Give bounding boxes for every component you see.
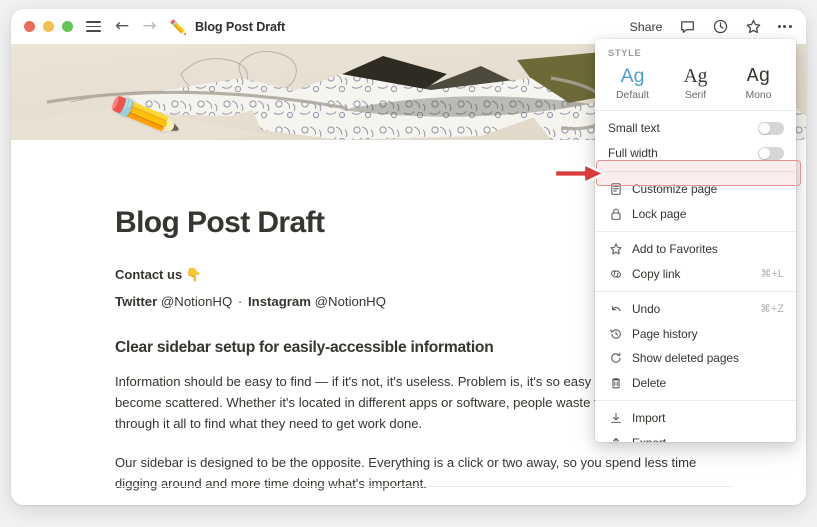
titlebar-actions: Share (629, 18, 792, 35)
menu-item-copy-link[interactable]: Copy link ⌘+L (595, 261, 796, 286)
hamburger-menu-icon[interactable] (86, 21, 101, 32)
menu-group-history: Undo ⌘+Z Page history Show deleted pages… (595, 292, 796, 400)
paragraph-2[interactable]: Our sidebar is designed to be the opposi… (115, 452, 715, 494)
menu-group-io: Import Export (595, 401, 796, 442)
menu-item-lock-page[interactable]: Lock page (595, 201, 796, 226)
menu-item-export[interactable]: Export (595, 430, 796, 442)
customize-page-label: Customize page (632, 182, 718, 197)
star-icon[interactable] (745, 18, 762, 35)
twitter-label: Twitter (115, 294, 158, 309)
menu-item-page-history[interactable]: Page history (595, 321, 796, 346)
menu-item-customize-page[interactable]: Customize page (595, 177, 796, 202)
instagram-label: Instagram (247, 294, 311, 309)
customize-page-icon (608, 182, 623, 197)
close-window-button[interactable] (24, 21, 35, 32)
annotation-arrow-icon (553, 161, 607, 186)
more-options-icon[interactable] (777, 22, 792, 31)
style-label-serif: Serif (684, 89, 707, 101)
minimize-window-button[interactable] (43, 21, 54, 32)
menu-scroll-area: STYLE Ag Default Ag Serif Ag Mono Small … (595, 39, 796, 442)
style-section-label: STYLE (608, 48, 642, 58)
import-icon (608, 411, 623, 426)
twitter-handle[interactable]: @NotionHQ (161, 294, 232, 309)
undo-label: Undo (632, 302, 661, 317)
window-controls (24, 21, 73, 32)
small-text-label: Small text (608, 121, 660, 136)
style-label-default: Default (616, 89, 649, 101)
style-options-row: Ag Default Ag Serif Ag Mono (595, 61, 796, 110)
breadcrumb-document-title[interactable]: Blog Post Draft (195, 20, 285, 34)
instagram-handle[interactable]: @NotionHQ (315, 294, 386, 309)
add-to-favorites-label: Add to Favorites (632, 242, 718, 257)
export-icon (608, 435, 623, 442)
menu-group-toggles: Small text Full width (595, 111, 796, 171)
style-option-serif[interactable]: Ag Serif (664, 63, 727, 101)
comment-icon[interactable] (679, 18, 696, 35)
link-icon (608, 266, 623, 281)
style-label-mono: Mono (745, 89, 772, 101)
delete-label: Delete (632, 375, 667, 390)
copy-link-shortcut: ⌘+L (760, 267, 784, 280)
copy-link-label: Copy link (632, 266, 681, 281)
undo-shortcut: ⌘+Z (760, 303, 784, 316)
menu-group-share: Add to Favorites Copy link ⌘+L (595, 232, 796, 291)
menu-item-add-to-favorites[interactable]: Add to Favorites (595, 237, 796, 262)
page-options-menu: STYLE Ag Default Ag Serif Ag Mono Small … (595, 39, 796, 442)
clock-icon[interactable] (712, 18, 729, 35)
small-text-toggle[interactable] (758, 121, 784, 136)
style-sample-default: Ag (620, 65, 645, 87)
screenshot-root: ← → ✏️ Blog Post Draft Share ✏️ Blog Pos… (0, 0, 817, 527)
menu-item-full-width[interactable]: Full width (595, 141, 796, 166)
page-history-label: Page history (632, 326, 698, 341)
restore-icon (608, 351, 623, 366)
lock-page-label: Lock page (632, 206, 687, 221)
page-history-icon (608, 326, 623, 341)
star-icon (608, 242, 623, 257)
menu-group-page: Customize page Lock page (595, 172, 796, 231)
menu-item-show-deleted-pages[interactable]: Show deleted pages (595, 346, 796, 371)
pencil-icon: ✏️ (169, 18, 187, 35)
pointing-down-icon: 👇 (185, 267, 202, 282)
style-option-mono[interactable]: Ag Mono (727, 63, 790, 101)
contact-us-label: Contact us (115, 267, 183, 282)
undo-icon (608, 302, 623, 317)
forward-arrow-icon[interactable]: → (142, 18, 156, 35)
trash-icon (608, 375, 623, 390)
export-label: Export (632, 436, 784, 442)
style-option-default[interactable]: Ag Default (601, 63, 664, 101)
lock-icon (608, 206, 623, 221)
social-separator: · (237, 294, 243, 309)
menu-item-import[interactable]: Import (595, 406, 796, 431)
full-width-toggle[interactable] (758, 146, 784, 161)
style-sample-serif: Ag (683, 66, 708, 87)
show-deleted-pages-label: Show deleted pages (632, 351, 739, 366)
import-label: Import (632, 411, 666, 426)
maximize-window-button[interactable] (62, 21, 73, 32)
content-divider (115, 486, 734, 487)
menu-item-small-text[interactable]: Small text (595, 116, 796, 141)
back-arrow-icon[interactable]: ← (115, 18, 129, 35)
style-sample-mono: Ag (746, 65, 771, 87)
share-button[interactable]: Share (629, 20, 662, 34)
full-width-label: Full width (608, 146, 658, 161)
menu-item-delete[interactable]: Delete (595, 370, 796, 395)
menu-item-undo[interactable]: Undo ⌘+Z (595, 297, 796, 322)
